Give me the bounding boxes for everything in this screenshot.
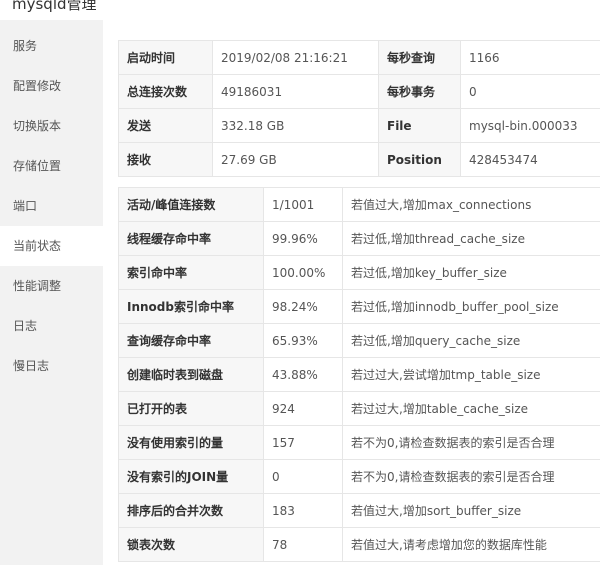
status-label: Position — [378, 142, 461, 177]
metric-value: 183 — [263, 493, 343, 528]
metric-advice: 若值过大,增加max_connections — [342, 187, 600, 222]
status-value: 0 — [460, 74, 600, 109]
metric-value: 78 — [263, 527, 343, 562]
metric-advice: 若过低,增加key_buffer_size — [342, 255, 600, 290]
metric-value: 43.88% — [263, 357, 343, 392]
status-label: File — [378, 108, 461, 143]
status-value: 2019/02/08 21:16:21 — [212, 40, 379, 75]
performance-row: 没有使用索引的量 157 若不为0,请检查数据表的索引是否合理 — [118, 425, 600, 460]
metric-advice: 若过过大,尝试增加tmp_table_size — [342, 357, 600, 392]
status-label: 发送 — [118, 108, 213, 143]
metric-label: 活动/峰值连接数 — [118, 187, 264, 222]
sidebar: 服务 配置修改 切换版本 存储位置 端口 当前状态 性能调整 日志 慢日志 — [0, 20, 103, 565]
performance-row: 排序后的合并次数 183 若值过大,增加sort_buffer_size — [118, 493, 600, 528]
metric-advice: 若不为0,请检查数据表的索引是否合理 — [342, 459, 600, 494]
metric-label: 锁表次数 — [118, 527, 264, 562]
window-title: mysqld管理 — [12, 0, 97, 13]
metric-value: 100.00% — [263, 255, 343, 290]
metric-value: 924 — [263, 391, 343, 426]
status-value: 1166 — [460, 40, 600, 75]
status-value: 27.69 GB — [212, 142, 379, 177]
status-label: 总连接次数 — [118, 74, 213, 109]
metric-value: 99.96% — [263, 221, 343, 256]
sidebar-item-tuning[interactable]: 性能调整 — [0, 266, 103, 306]
metric-label: 查询缓存命中率 — [118, 323, 264, 358]
status-row: 启动时间 2019/02/08 21:16:21 每秒查询 1166 — [118, 40, 600, 75]
sidebar-item-status[interactable]: 当前状态 — [0, 226, 103, 266]
sidebar-item-service[interactable]: 服务 — [0, 26, 103, 66]
metric-value: 98.24% — [263, 289, 343, 324]
performance-row: 活动/峰值连接数 1/1001 若值过大,增加max_connections — [118, 187, 600, 222]
performance-row: Innodb索引命中率 98.24% 若过低,增加innodb_buffer_poo… — [118, 289, 600, 324]
status-value: mysql-bin.000033 — [460, 108, 600, 143]
status-label: 启动时间 — [118, 40, 213, 75]
sidebar-item-slow-log[interactable]: 慢日志 — [0, 346, 103, 386]
metric-advice: 若值过大,增加sort_buffer_size — [342, 493, 600, 528]
status-value: 428453474 — [460, 142, 600, 177]
performance-row: 创建临时表到磁盘 43.88% 若过过大,尝试增加tmp_table_size — [118, 357, 600, 392]
sidebar-item-storage[interactable]: 存储位置 — [0, 146, 103, 186]
status-label: 每秒查询 — [378, 40, 461, 75]
performance-row: 没有索引的JOIN量 0 若不为0,请检查数据表的索引是否合理 — [118, 459, 600, 494]
sidebar-item-config[interactable]: 配置修改 — [0, 66, 103, 106]
performance-row: 已打开的表 924 若过过大,增加table_cache_size — [118, 391, 600, 426]
sidebar-item-switch-version[interactable]: 切换版本 — [0, 106, 103, 146]
status-row: 发送 332.18 GB File mysql-bin.000033 — [118, 108, 600, 143]
metric-label: 索引命中率 — [118, 255, 264, 290]
metric-value: 0 — [263, 459, 343, 494]
performance-row: 线程缓存命中率 99.96% 若过低,增加thread_cache_size — [118, 221, 600, 256]
metric-value: 65.93% — [263, 323, 343, 358]
status-value: 49186031 — [212, 74, 379, 109]
performance-row: 查询缓存命中率 65.93% 若过低,增加query_cache_size — [118, 323, 600, 358]
metric-advice: 若不为0,请检查数据表的索引是否合理 — [342, 425, 600, 460]
metric-advice: 若过过大,增加table_cache_size — [342, 391, 600, 426]
performance-row: 索引命中率 100.00% 若过低,增加key_buffer_size — [118, 255, 600, 290]
metric-value: 157 — [263, 425, 343, 460]
window-title-bar: mysqld管理 — [0, 0, 600, 20]
metric-label: 排序后的合并次数 — [118, 493, 264, 528]
status-label: 接收 — [118, 142, 213, 177]
performance-row: 锁表次数 78 若值过大,请考虑增加您的数据库性能 — [118, 527, 600, 562]
status-value: 332.18 GB — [212, 108, 379, 143]
sidebar-item-port[interactable]: 端口 — [0, 186, 103, 226]
metric-label: 没有索引的JOIN量 — [118, 459, 264, 494]
metric-label: Innodb索引命中率 — [118, 289, 264, 324]
metric-advice: 若过低,增加innodb_buffer_pool_size — [342, 289, 600, 324]
status-row: 总连接次数 49186031 每秒事务 0 — [118, 74, 600, 109]
metric-value: 1/1001 — [263, 187, 343, 222]
status-row: 接收 27.69 GB Position 428453474 — [118, 142, 600, 177]
metric-label: 已打开的表 — [118, 391, 264, 426]
status-table: 启动时间 2019/02/08 21:16:21 每秒查询 1166 总连接次数 4918… — [118, 40, 600, 177]
metric-advice: 若过低,增加thread_cache_size — [342, 221, 600, 256]
metric-advice: 若值过大,请考虑增加您的数据库性能 — [342, 527, 600, 562]
metric-label: 创建临时表到磁盘 — [118, 357, 264, 392]
metric-advice: 若过低,增加query_cache_size — [342, 323, 600, 358]
metric-label: 线程缓存命中率 — [118, 221, 264, 256]
sidebar-item-log[interactable]: 日志 — [0, 306, 103, 346]
performance-table: 活动/峰值连接数 1/1001 若值过大,增加max_connections 线程缓存… — [118, 187, 600, 562]
metric-label: 没有使用索引的量 — [118, 425, 264, 460]
status-label: 每秒事务 — [378, 74, 461, 109]
